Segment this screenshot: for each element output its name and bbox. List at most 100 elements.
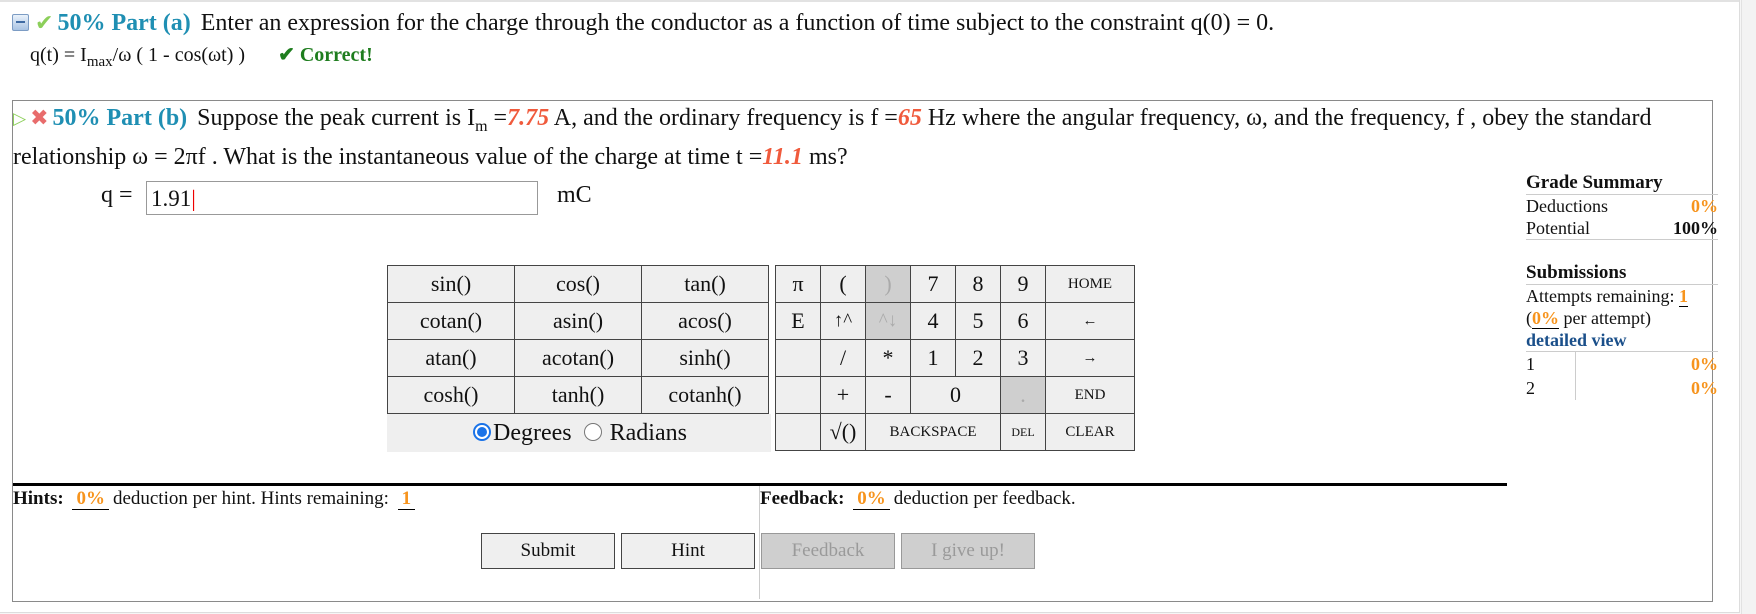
prompt-text: ms?: [802, 143, 848, 170]
key-cos[interactable]: cos(): [514, 265, 642, 303]
part-a-prompt: Enter an expression for the charge throu…: [200, 10, 1275, 36]
prompt-text: Suppose the peak current is I: [197, 105, 476, 131]
feedback-deduction: 0%: [853, 489, 890, 510]
radians-radio[interactable]: [583, 423, 602, 442]
key-blank: [775, 413, 821, 451]
feedback-text: deduction per feedback.: [893, 488, 1076, 509]
function-keypad: sin() cos() tan() cotan() asin() acos() …: [387, 265, 771, 452]
per-attempt-value: 0%: [1532, 308, 1559, 329]
key-sqrt[interactable]: √(): [820, 413, 866, 451]
key-asin[interactable]: asin(): [514, 302, 642, 340]
key-tan[interactable]: tan(): [641, 265, 769, 303]
key-0[interactable]: 0: [910, 376, 1001, 414]
key-sin[interactable]: sin(): [387, 265, 515, 303]
attempts-remaining: Attempts remaining: 1 (0% per attempt): [1526, 285, 1718, 329]
answer-input[interactable]: 1.91|: [146, 181, 538, 215]
key-dot[interactable]: .: [1000, 376, 1046, 414]
key-1[interactable]: 1: [910, 339, 956, 377]
answer-unit: mC: [557, 182, 592, 208]
numeric-keypad: π ( ) 7 8 9 HOME E ↑^ ^↓ 4 5 6 ← / * 1 2…: [775, 265, 1135, 451]
potential-row: Potential 100%: [1526, 217, 1718, 240]
key-cotanh[interactable]: cotanh(): [641, 376, 769, 414]
key-cosh[interactable]: cosh(): [387, 376, 515, 414]
part-b-label: Part (b): [106, 105, 188, 131]
key-plus[interactable]: +: [820, 376, 866, 414]
part-a-answer: q(t) = Imax/ω ( 1 - cos(ωt) ) ✔ Correct!: [30, 42, 1712, 71]
angle-mode: Degrees Radians: [387, 414, 771, 452]
hints-label: Hints:: [13, 488, 64, 509]
key-9[interactable]: 9: [1000, 265, 1046, 303]
key-7[interactable]: 7: [910, 265, 956, 303]
key-cursor-left[interactable]: ←: [1045, 302, 1135, 340]
key-2[interactable]: 2: [955, 339, 1001, 377]
degrees-label: Degrees: [493, 420, 572, 446]
degrees-radio[interactable]: [473, 423, 492, 442]
key-atan[interactable]: atan(): [387, 339, 515, 377]
key-4[interactable]: 4: [910, 302, 956, 340]
submission-value: 0%: [1574, 376, 1718, 400]
feedback-panel: Feedback: 0% deduction per feedback.: [760, 486, 1507, 599]
deductions-row: Deductions 0%: [1526, 195, 1718, 217]
answer-prefix: q(t) = I: [30, 44, 87, 67]
incorrect-icon: ✖: [30, 106, 49, 132]
submission-row: 2 0%: [1526, 376, 1718, 400]
part-b-weight: 50%: [52, 105, 101, 131]
key-left-paren[interactable]: (: [820, 265, 866, 303]
attempts-value: 1: [1678, 286, 1688, 307]
key-sinh[interactable]: sinh(): [641, 339, 769, 377]
detailed-view-link[interactable]: detailed view: [1526, 329, 1718, 352]
part-b: ▷ ✖ 50% Part (b) Suppose the peak current i…: [12, 100, 1713, 602]
key-clear[interactable]: CLEAR: [1045, 413, 1135, 451]
answer-subscript: max: [86, 54, 113, 71]
key-end[interactable]: END: [1045, 376, 1135, 414]
key-del[interactable]: DEL: [1000, 413, 1046, 451]
page: ✔ 50% Part (a) Enter an expression for the…: [0, 0, 1740, 613]
key-3[interactable]: 3: [1000, 339, 1046, 377]
key-6[interactable]: 6: [1000, 302, 1046, 340]
submission-row: 1 0%: [1526, 352, 1718, 376]
submission-value: 0%: [1574, 352, 1718, 376]
key-blank: [775, 376, 821, 414]
key-cotan[interactable]: cotan(): [387, 302, 515, 340]
expand-icon[interactable]: ▷: [13, 104, 26, 134]
radians-label: Radians: [609, 420, 687, 446]
key-acos[interactable]: acos(): [641, 302, 769, 340]
grade-summary-title: Grade Summary: [1526, 172, 1718, 195]
prompt-subscript: m: [475, 117, 488, 135]
part-b-header: ▷ ✖ 50% Part (b) Suppose the peak current i…: [13, 103, 1708, 172]
key-blank: [775, 339, 821, 377]
key-right-paren[interactable]: ): [865, 265, 911, 303]
collapse-icon[interactable]: [12, 13, 29, 31]
part-a-label: Part (a): [111, 10, 191, 36]
hints-panel: Hints: 0% deduction per hint. Hints remai…: [13, 486, 760, 599]
hint-deduction: 0%: [72, 489, 109, 510]
peak-current-value: 7.75: [507, 105, 550, 131]
deductions-value: 0%: [1691, 196, 1718, 216]
key-superscript-up[interactable]: ↑^: [820, 302, 866, 340]
key-superscript-down[interactable]: ^↓: [865, 302, 911, 340]
key-acotan[interactable]: acotan(): [514, 339, 642, 377]
key-minus[interactable]: -: [865, 376, 911, 414]
deductions-label: Deductions: [1526, 196, 1608, 216]
feedback-label: Feedback:: [760, 488, 845, 509]
prompt-text: A, and the ordinary frequency is f =: [549, 105, 898, 131]
key-5[interactable]: 5: [955, 302, 1001, 340]
key-pi[interactable]: π: [775, 265, 821, 303]
part-a: ✔ 50% Part (a) Enter an expression for the…: [12, 8, 1712, 71]
key-multiply[interactable]: *: [865, 339, 911, 377]
key-divide[interactable]: /: [820, 339, 866, 377]
answer-input-value: 1.91: [151, 186, 192, 211]
correct-status: ✔ Correct!: [278, 44, 373, 67]
key-cursor-right[interactable]: →: [1045, 339, 1135, 377]
prompt-text: =: [487, 105, 508, 131]
key-tanh[interactable]: tanh(): [514, 376, 642, 414]
check-icon: ✔: [35, 11, 54, 37]
key-backspace[interactable]: BACKSPACE: [865, 413, 1001, 451]
key-home[interactable]: HOME: [1045, 265, 1135, 303]
submissions-table: 1 0% 2 0%: [1526, 352, 1718, 400]
potential-label: Potential: [1526, 218, 1590, 238]
page-scrollbar[interactable]: [1741, 0, 1756, 614]
text-caret: |: [191, 186, 196, 211]
key-8[interactable]: 8: [955, 265, 1001, 303]
key-e[interactable]: E: [775, 302, 821, 340]
